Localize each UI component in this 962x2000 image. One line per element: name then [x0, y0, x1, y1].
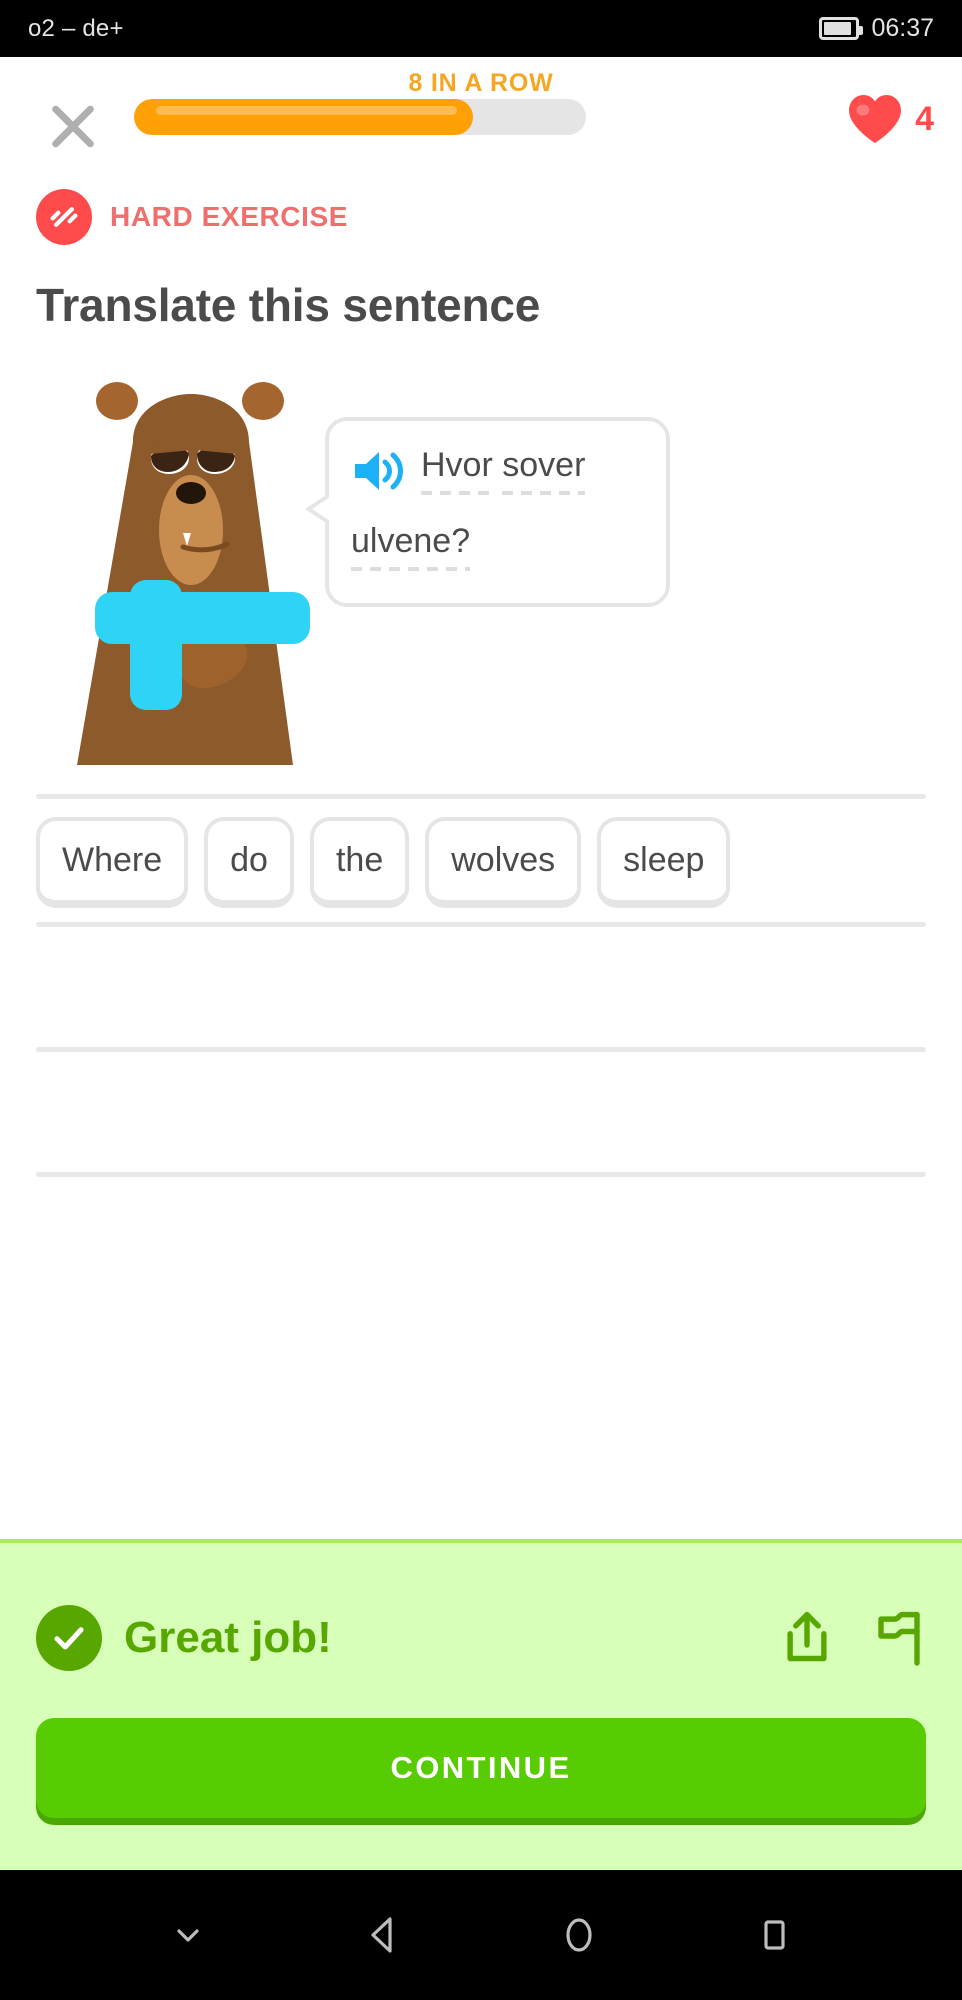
prompt-text: Hvor sover — [421, 445, 586, 496]
recents-square-icon[interactable] — [739, 1900, 809, 1970]
prompt-line-1: Hvor sover — [351, 445, 644, 496]
result-actions — [780, 1609, 926, 1667]
answer-line — [36, 1172, 926, 1177]
status-bar-right: 06:37 — [819, 14, 934, 43]
word-tile[interactable]: Where — [36, 817, 189, 908]
speaker-icon[interactable] — [351, 447, 405, 495]
close-icon[interactable] — [42, 95, 104, 157]
duolingo-exercise-screen: o2 – de+ 06:37 8 IN A ROW 4 HARD EXERCIS… — [0, 0, 962, 2000]
streak-label: 8 IN A ROW — [408, 69, 554, 97]
back-triangle-icon[interactable] — [348, 1900, 418, 1970]
hearts-indicator[interactable]: 4 — [847, 93, 934, 145]
answer-line — [36, 1047, 926, 1052]
word-tile-list: Where do the wolves sleep — [0, 799, 962, 922]
prompt-word[interactable]: Hvor — [421, 445, 493, 496]
result-row: Great job! — [0, 1543, 962, 1671]
result-message: Great job! — [124, 1613, 332, 1662]
lesson-progress-bar[interactable] — [134, 99, 586, 135]
prompt-speech-bubble: Hvor sover ulvene? — [305, 417, 670, 607]
word-tile[interactable]: do — [204, 817, 294, 908]
prompt-word[interactable]: sover — [502, 445, 586, 496]
check-circle-icon — [36, 1605, 102, 1671]
word-tile[interactable]: wolves — [425, 817, 582, 908]
word-tile[interactable]: sleep — [597, 817, 731, 908]
heart-icon — [847, 93, 903, 145]
prompt-line-2: ulvene? — [351, 521, 644, 572]
exercise-content: HARD EXERCISE Translate this sentence Hv… — [0, 182, 962, 1177]
prompt-word[interactable]: ulvene? — [351, 521, 471, 572]
dumbbell-icon — [36, 189, 92, 245]
hearts-count: 4 — [915, 99, 934, 138]
battery-icon — [819, 17, 864, 40]
android-status-bar: o2 – de+ 06:37 — [0, 0, 962, 57]
home-circle-icon[interactable] — [544, 1900, 614, 1970]
word-bank: Where do the wolves sleep — [0, 794, 962, 1177]
hard-exercise-badge: HARD EXERCISE — [0, 182, 962, 252]
page-title: Translate this sentence — [36, 279, 541, 331]
android-nav-bar — [0, 1870, 962, 2000]
chevron-down-icon[interactable] — [153, 1900, 223, 1970]
result-footer: Great job! CONTINUE — [0, 1539, 962, 1870]
lesson-progress-fill — [134, 99, 473, 135]
word-tile[interactable]: the — [309, 817, 410, 908]
carrier-label: o2 – de+ — [28, 14, 124, 42]
lesson-header: 8 IN A ROW 4 — [0, 57, 962, 182]
hard-exercise-label: HARD EXERCISE — [110, 201, 349, 232]
word-bank-bottom-rule — [36, 922, 926, 927]
prompt-scene: Hvor sover ulvene? — [0, 380, 962, 790]
bear-character — [75, 380, 325, 765]
answer-lines — [0, 1047, 962, 1177]
share-icon[interactable] — [780, 1609, 834, 1667]
flag-icon[interactable] — [872, 1609, 926, 1667]
continue-button[interactable]: CONTINUE — [36, 1718, 926, 1818]
clock-label: 06:37 — [871, 14, 934, 42]
